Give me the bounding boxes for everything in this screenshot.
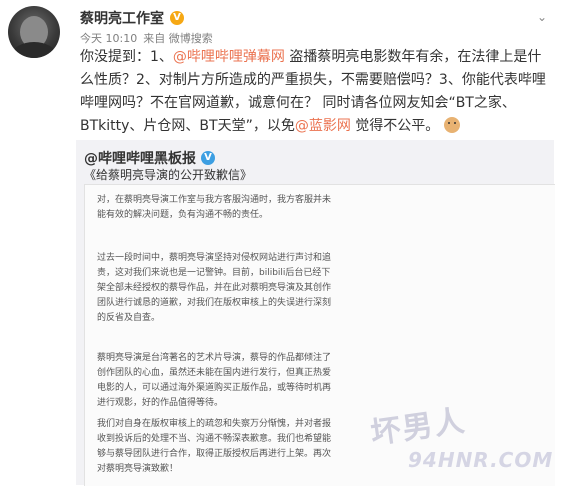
verified-icon: V [201, 151, 215, 165]
letter-paragraph: 对，在蔡明亮导演工作室与我方客服沟通时，我方客服并未能有效的解决问题，负有沟通不… [97, 195, 332, 220]
chevron-down-icon[interactable]: ⌄ [537, 10, 547, 24]
post-source[interactable]: 来自 微博搜索 [143, 30, 213, 46]
post-meta: 今天 10:10 来自 微博搜索 [80, 30, 213, 46]
avatar-body [12, 42, 56, 58]
verified-icon: V [170, 11, 184, 25]
author-name[interactable]: 蔡明亮工作室 [80, 8, 164, 28]
mention-bilibili-link[interactable]: @哔哩哔哩弹幕网 [173, 49, 285, 65]
repost-author-row: @哔哩哔哩黑板报 V [84, 148, 215, 168]
post-content: 你没提到：1、@哔哩哔哩弹幕网 盗播蔡明亮电影数年有余，在法律上是什么性质？2、… [80, 46, 550, 138]
repost-author-link[interactable]: @哔哩哔哩黑板报 [84, 148, 196, 168]
apology-letter-image[interactable]: 对，在蔡明亮导演工作室与我方客服沟通时，我方客服并未能有效的解决问题，负有沟通不… [84, 184, 555, 486]
letter-paragraph: 我们对自身在版权审核上的疏忽和失察万分惭愧，并对者报收到投诉后的处理不当、沟通不… [97, 419, 332, 474]
weibo-post: 蔡明亮工作室 V ⌄ 今天 10:10 来自 微博搜索 你没提到：1、@哔哩哔哩… [0, 0, 561, 486]
reposted-content: @哔哩哔哩黑板报 V 《给蔡明亮导演的公开致歉信》 对，在蔡明亮导演工作室与我方… [76, 140, 555, 486]
author-name-row: 蔡明亮工作室 V [80, 8, 184, 28]
content-text-3: 觉得不公平。 [350, 118, 440, 134]
letter-paragraph: 过去一段时间中，蔡明亮导演坚持对侵权网站进行声讨和追责，这对我们来说也是一记警钟… [97, 253, 332, 323]
watermark-url: 94HNR.COM [408, 448, 554, 472]
repost-title: 《给蔡明亮导演的公开致歉信》 [84, 168, 253, 182]
mention-lanying-link[interactable]: @蓝影网 [295, 118, 351, 134]
author-avatar[interactable] [8, 6, 60, 58]
content-text-1: 你没提到：1、 [80, 49, 173, 65]
letter-paragraph: 蔡明亮导演是台湾著名的艺术片导演，蔡导的作品都倾注了创作团队的心血，虽然还未能在… [97, 353, 332, 408]
doge-emoji-icon [443, 117, 460, 133]
post-time[interactable]: 今天 10:10 [80, 30, 137, 46]
